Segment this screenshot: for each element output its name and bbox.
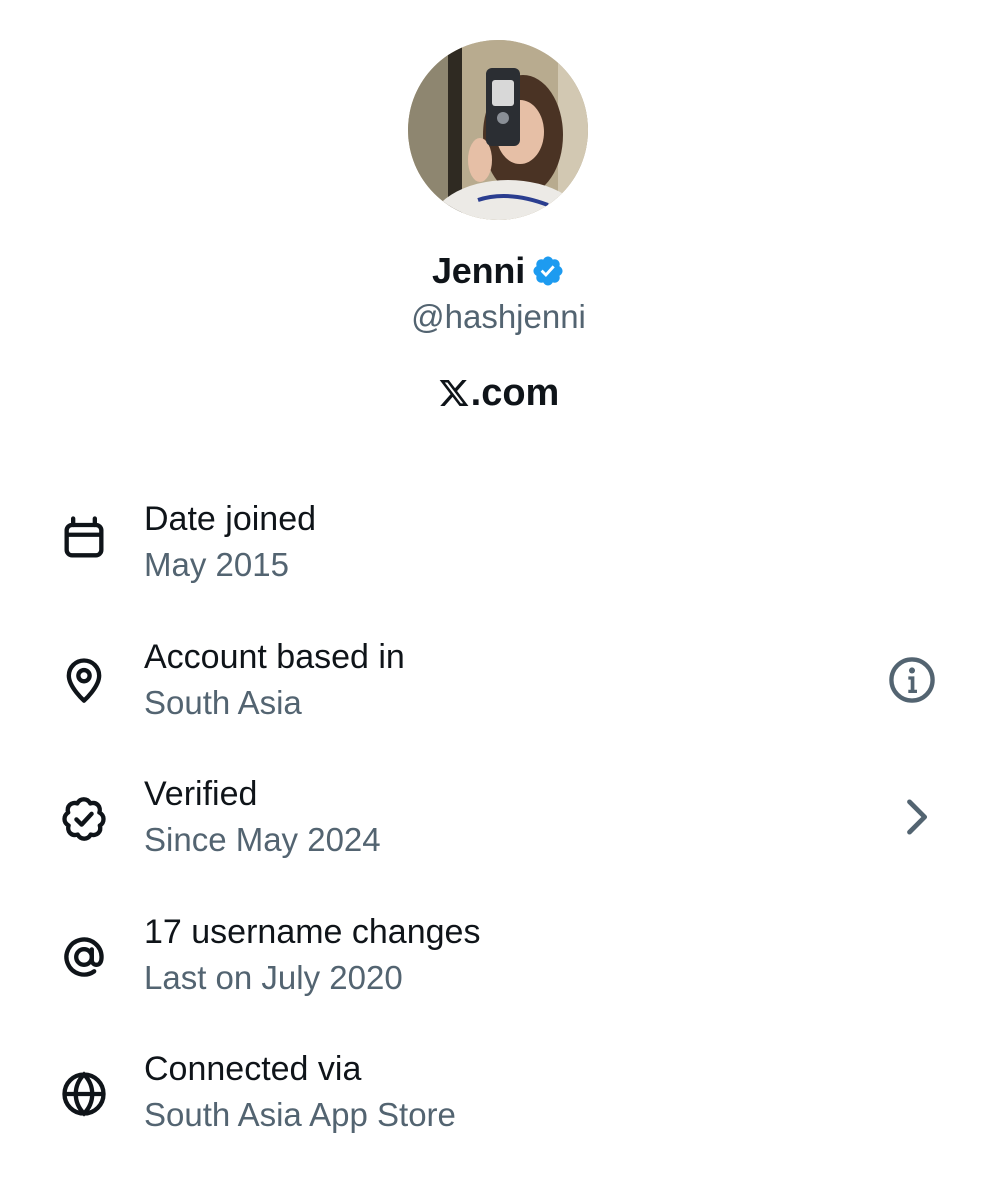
site-link[interactable]: .com [0,368,997,418]
row-verified[interactable]: Verified Since May 2024 [0,771,997,871]
info-icon[interactable] [886,654,938,706]
row-account-based-in: Account based in South Asia [0,634,997,734]
row-subtitle: Last on July 2020 [144,959,403,996]
row-subtitle: May 2015 [144,546,289,583]
row-username-changes: 17 username changes Last on July 2020 [0,909,997,1009]
x-logo-icon [439,380,469,406]
row-title: Connected via [144,1050,362,1088]
verified-outline-icon [62,797,106,841]
row-text: Connected via South Asia App Store [144,1046,456,1138]
row-title: Account based in [144,638,405,676]
row-date-joined: Date joined May 2015 [0,496,997,596]
name-row: Jenni [0,246,997,296]
globe-icon [62,1071,106,1117]
calendar-icon [64,516,104,558]
profile-avatar[interactable] [408,40,588,220]
row-connected-via: Connected via South Asia App Store [0,1046,997,1146]
row-text: Account based in South Asia [144,634,405,726]
display-name: Jenni [431,250,526,291]
row-text: 17 username changes Last on July 2020 [144,909,480,1001]
row-text: Date joined May 2015 [144,496,316,588]
chevron-right-icon[interactable] [890,791,942,843]
site-text: .com [470,371,560,414]
row-title: Date joined [144,500,317,538]
row-subtitle: South Asia [144,684,302,721]
row-text: Verified Since May 2024 [144,771,381,863]
at-sign-icon [64,937,104,977]
avatar-photo [408,40,588,220]
row-subtitle: South Asia App Store [144,1096,456,1133]
verified-badge-icon [533,256,563,286]
location-pin-icon [66,658,102,703]
row-title: Verified [144,775,258,813]
row-subtitle: Since May 2024 [144,821,381,858]
row-title: 17 username changes [144,913,481,951]
username-handle: @hashjenni [411,298,586,335]
